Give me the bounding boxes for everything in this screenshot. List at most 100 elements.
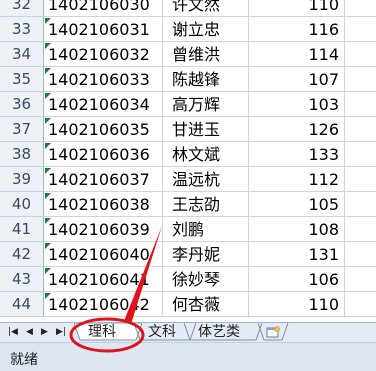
insert-sheet-tab[interactable] <box>258 323 288 341</box>
student-id-cell[interactable]: 1402106031 <box>44 17 163 42</box>
error-indicator-icon <box>45 18 51 24</box>
student-name-cell[interactable]: 曾维洪 <box>163 42 249 67</box>
tab-sports-arts[interactable]: 体艺类 <box>184 323 262 341</box>
score-cell[interactable]: 126 <box>249 117 345 142</box>
student-id-cell[interactable]: 1402106037 <box>44 167 163 192</box>
student-id-cell[interactable]: 1402106036 <box>44 142 163 167</box>
table-row: 39 1402106037 温远杭 112 <box>0 167 376 192</box>
student-name-cell[interactable]: 陈越锋 <box>163 67 249 92</box>
row-number[interactable]: 42 <box>0 242 44 267</box>
score-cell[interactable]: 105 <box>249 192 345 217</box>
empty-cell[interactable] <box>345 117 376 142</box>
score-cell[interactable]: 103 <box>249 92 345 117</box>
next-sheet-nav-icon[interactable]: ▶ <box>41 326 48 338</box>
student-name-cell[interactable]: 刘鹏 <box>163 217 249 242</box>
student-id-cell[interactable]: 1402106038 <box>44 192 163 217</box>
score-cell[interactable]: 131 <box>249 242 345 267</box>
table-row: 44 1402106042 何杏薇 110 <box>0 292 376 317</box>
row-number[interactable]: 32 <box>0 0 44 17</box>
insert-sheet-icon <box>266 326 280 338</box>
student-name-cell[interactable]: 林文斌 <box>163 142 249 167</box>
student-id-cell[interactable]: 1402106039 <box>44 217 163 242</box>
row-number[interactable]: 33 <box>0 17 44 42</box>
status-bar: 就绪 <box>0 342 376 371</box>
tab-label: 文科 <box>148 324 176 340</box>
row-number[interactable]: 44 <box>0 292 44 317</box>
row-number[interactable]: 36 <box>0 92 44 117</box>
student-id-cell[interactable]: 1402106034 <box>44 92 163 117</box>
table-row: 33 1402106031 谢立忠 116 <box>0 17 376 42</box>
status-text: 就绪 <box>10 352 38 368</box>
student-id-cell[interactable]: 1402106030 <box>44 0 163 17</box>
empty-cell[interactable] <box>345 167 376 192</box>
error-indicator-icon <box>45 218 51 224</box>
student-id-cell[interactable]: 1402106032 <box>44 42 163 67</box>
student-name-cell[interactable]: 王志劭 <box>163 192 249 217</box>
student-name-cell[interactable]: 甘进玉 <box>163 117 249 142</box>
empty-cell[interactable] <box>345 17 376 42</box>
row-number[interactable]: 37 <box>0 117 44 142</box>
score-cell[interactable]: 110 <box>249 292 345 317</box>
student-name-cell[interactable]: 李丹妮 <box>163 242 249 267</box>
tab-label: 体艺类 <box>198 324 240 340</box>
empty-cell[interactable] <box>345 292 376 317</box>
table-row: 41 1402106039 刘鹏 108 <box>0 217 376 242</box>
student-id-cell[interactable]: 1402106040 <box>44 242 163 267</box>
error-indicator-icon <box>45 193 51 199</box>
score-cell[interactable]: 108 <box>249 217 345 242</box>
row-number[interactable]: 41 <box>0 217 44 242</box>
score-cell[interactable]: 107 <box>249 67 345 92</box>
first-sheet-nav-icon[interactable]: |◀ <box>8 326 18 338</box>
student-id-cell[interactable]: 1402106035 <box>44 117 163 142</box>
row-number[interactable]: 34 <box>0 42 44 67</box>
table-row: 43 1402106041 徐妙琴 106 <box>0 267 376 292</box>
row-number[interactable]: 43 <box>0 267 44 292</box>
student-name-cell[interactable]: 谢立忠 <box>163 17 249 42</box>
worksheet-grid[interactable]: 32 1402106030 许文然 110 33 1402106031 谢立忠 116 34 14… <box>0 0 376 322</box>
error-indicator-icon <box>45 293 51 299</box>
empty-cell[interactable] <box>345 67 376 92</box>
error-indicator-icon <box>45 143 51 149</box>
empty-cell[interactable] <box>345 242 376 267</box>
table-row: 32 1402106030 许文然 110 <box>0 0 376 17</box>
row-number[interactable]: 38 <box>0 142 44 167</box>
empty-cell[interactable] <box>345 0 376 17</box>
row-number[interactable]: 39 <box>0 167 44 192</box>
error-indicator-icon <box>45 243 51 249</box>
last-sheet-nav-icon[interactable]: ▶| <box>56 326 66 338</box>
error-indicator-icon <box>45 268 51 274</box>
empty-cell[interactable] <box>345 192 376 217</box>
row-number[interactable]: 35 <box>0 67 44 92</box>
student-id-cell[interactable]: 1402106033 <box>44 67 163 92</box>
student-name-cell[interactable]: 许文然 <box>163 0 249 17</box>
error-indicator-icon <box>45 93 51 99</box>
tab-like-science[interactable]: 理科 <box>74 323 142 341</box>
score-cell[interactable]: 116 <box>249 17 345 42</box>
empty-cell[interactable] <box>345 92 376 117</box>
error-indicator-icon <box>45 168 51 174</box>
score-cell[interactable]: 133 <box>249 142 345 167</box>
student-name-cell[interactable]: 徐妙琴 <box>163 267 249 292</box>
score-cell[interactable]: 114 <box>249 42 345 67</box>
error-indicator-icon <box>45 68 51 74</box>
table-row: 38 1402106036 林文斌 133 <box>0 142 376 167</box>
prev-sheet-nav-icon[interactable]: ◀ <box>26 326 33 338</box>
empty-cell[interactable] <box>345 42 376 67</box>
score-cell[interactable]: 112 <box>249 167 345 192</box>
score-cell[interactable]: 106 <box>249 267 345 292</box>
empty-cell[interactable] <box>345 142 376 167</box>
student-name-cell[interactable]: 何杏薇 <box>163 292 249 317</box>
empty-cell[interactable] <box>345 267 376 292</box>
row-number[interactable]: 40 <box>0 192 44 217</box>
table-row: 37 1402106035 甘进玉 126 <box>0 117 376 142</box>
sheet-tab-bar: |◀ ◀ ▶ ▶| 理科 文科 体艺类 <box>0 322 376 342</box>
empty-cell[interactable] <box>345 217 376 242</box>
table-row: 34 1402106032 曾维洪 114 <box>0 42 376 67</box>
student-id-cell[interactable]: 1402106042 <box>44 292 163 317</box>
student-name-cell[interactable]: 温远杭 <box>163 167 249 192</box>
table-row: 42 1402106040 李丹妮 131 <box>0 242 376 267</box>
table-row: 40 1402106038 王志劭 105 <box>0 192 376 217</box>
student-id-cell[interactable]: 1402106041 <box>44 267 163 292</box>
score-cell[interactable]: 110 <box>249 0 345 17</box>
student-name-cell[interactable]: 高万辉 <box>163 92 249 117</box>
